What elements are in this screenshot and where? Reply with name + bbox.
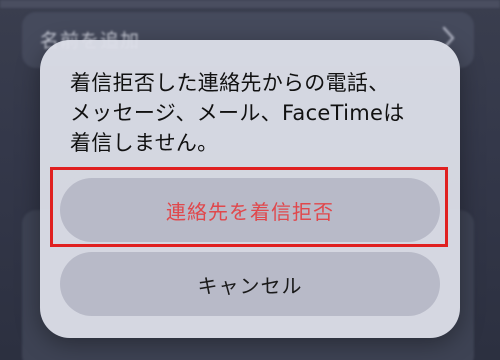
background-top-strip [0,0,500,8]
block-contact-button[interactable]: 連絡先を着信拒否 [60,178,440,242]
cancel-button[interactable]: キャンセル [60,252,440,316]
block-contact-alert: 着信拒否した連絡先からの電話、 メッセージ、メール、FaceTimeは 着信しま… [40,40,460,338]
alert-message: 着信拒否した連絡先からの電話、 メッセージ、メール、FaceTimeは 着信しま… [70,71,405,155]
